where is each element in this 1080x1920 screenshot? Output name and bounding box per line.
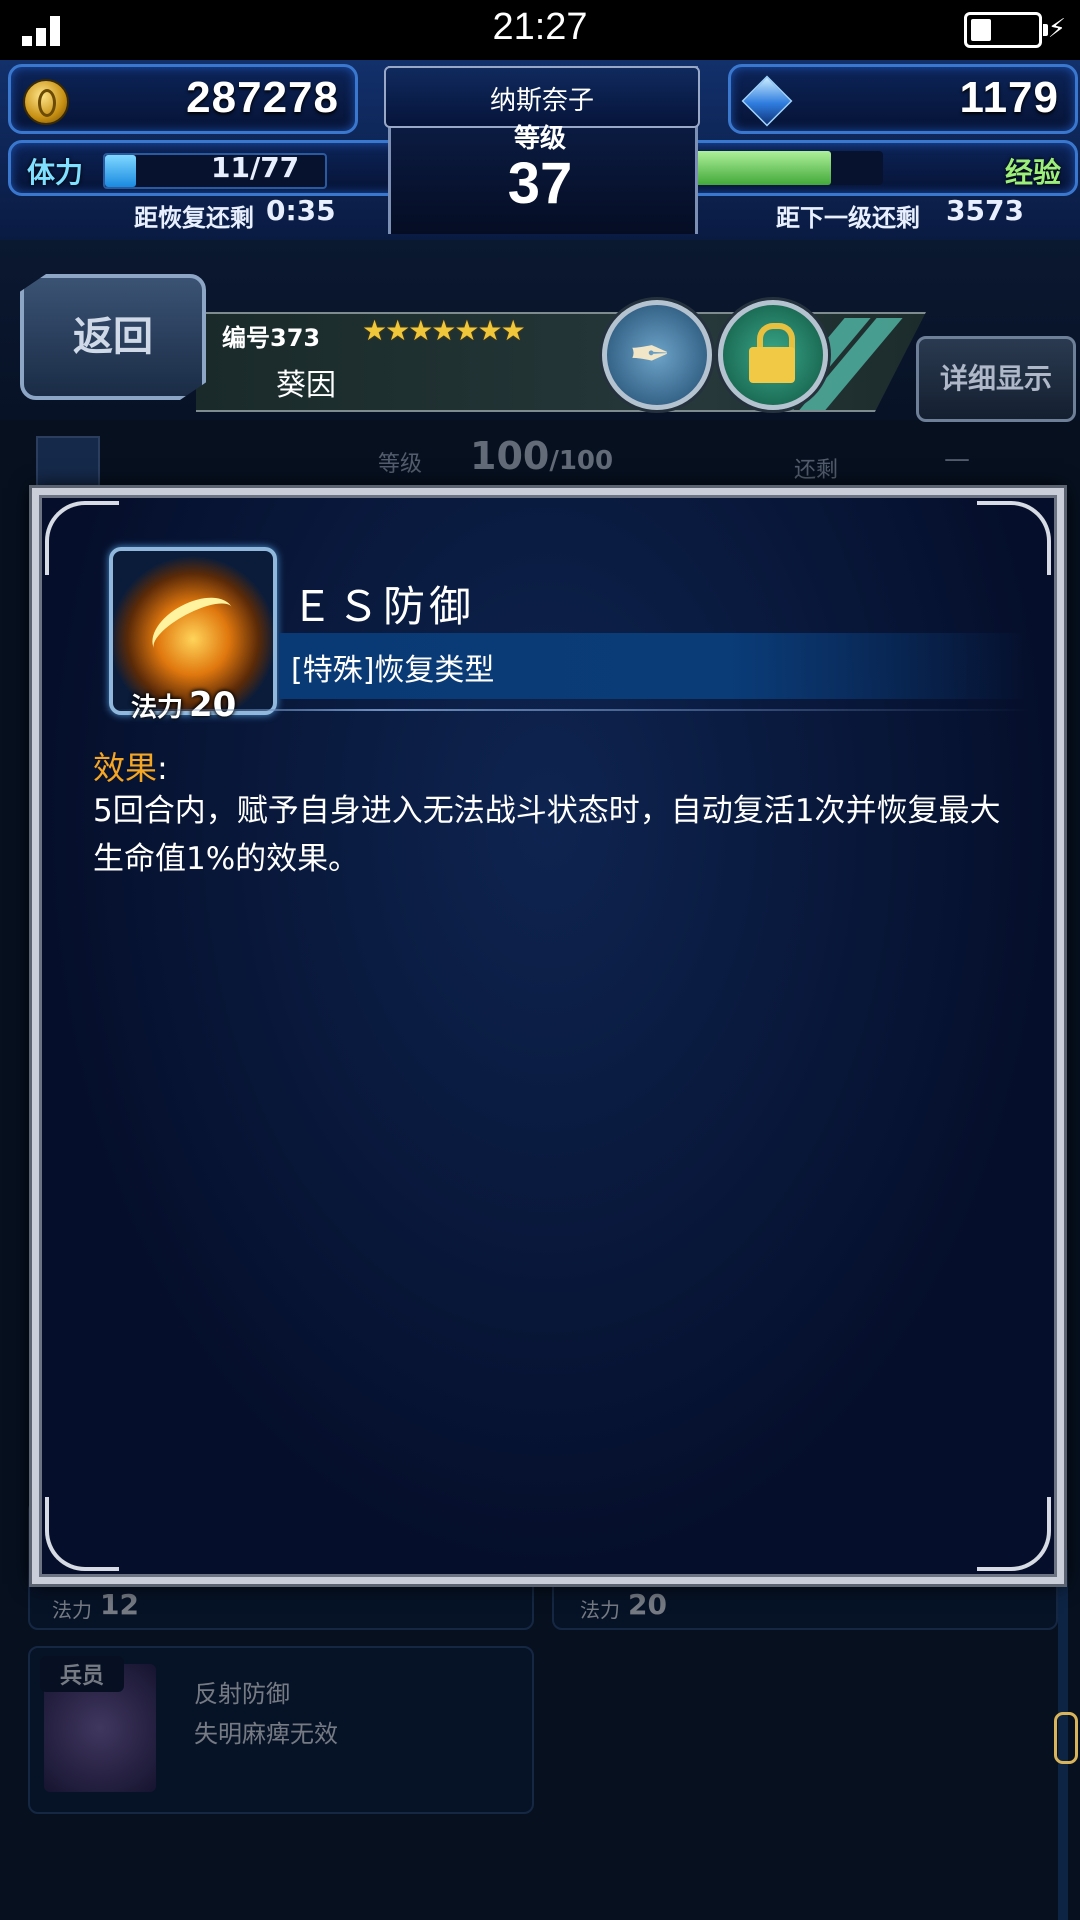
ability-card[interactable]: 兵员 反射防御 失明麻痺无效 <box>28 1646 534 1814</box>
card-cost: 12 <box>100 1588 139 1621</box>
exp-label: 经验 <box>1004 156 1061 189</box>
card-tag: 兵员 <box>40 1656 125 1692</box>
exp-panel: 经验 <box>636 140 1078 196</box>
bg-level-label: 等级 <box>378 452 423 477</box>
clock: 21:27 <box>492 6 588 48</box>
stamina-value: 11/77 <box>211 151 300 184</box>
gil-coin-icon <box>23 79 69 125</box>
card-cost: 20 <box>628 1588 667 1621</box>
lock-button[interactable] <box>718 300 828 410</box>
gil-panel: 287278 <box>8 64 358 134</box>
player-name: 纳斯奈子 <box>489 86 594 116</box>
bg-level-value: 100/100 <box>470 434 614 478</box>
ornament-corner <box>45 1497 119 1571</box>
detail-view-button[interactable]: 详细显示 <box>916 336 1076 422</box>
divider <box>101 709 1031 711</box>
book-icon <box>36 436 100 492</box>
mp-cost-value: 20 <box>189 685 237 725</box>
bg-remain-value: — <box>944 444 970 474</box>
effect-description: 5回合内，赋予自身进入无法战斗状态时，自动复活1次并恢复最大生命值1%的效果。 <box>93 793 1001 877</box>
lapis-gem-icon <box>741 75 793 127</box>
mp-cost: 法力 20 <box>131 685 236 725</box>
ornament-corner <box>977 501 1051 575</box>
gem-amount: 1179 <box>959 73 1059 122</box>
gem-panel: 1179 <box>728 64 1078 134</box>
scrollbar-thumb[interactable] <box>1054 1712 1078 1764</box>
ornament-corner <box>977 1497 1051 1571</box>
charging-icon: ⚡ <box>1047 14 1066 44</box>
card-cost-label: 法力 <box>580 1598 620 1622</box>
player-level: 37 <box>507 151 573 216</box>
stamina-label: 体力 <box>27 156 84 189</box>
recover-label: 距恢复还剩 <box>134 204 254 232</box>
bg-remain-label: 还剩 <box>794 458 839 483</box>
recover-time: 0:35 <box>266 194 336 227</box>
rarity-stars: ★★★★★★★ <box>362 314 526 347</box>
lore-button[interactable]: ✒ <box>602 300 712 410</box>
ability-name: ＥＳ防御 <box>291 582 476 631</box>
gil-amount: 287278 <box>186 73 339 122</box>
unit-number: 编号373 <box>222 324 321 352</box>
ability-detail-modal[interactable]: 法力 20 ＥＳ防御 [特殊]恢复类型 效果: 5回合内，赋予自身进入无法战斗状态… <box>32 488 1064 1584</box>
status-bar: 21:27 ⚡ <box>0 0 1080 60</box>
mp-cost-label: 法力 <box>131 693 184 723</box>
unit-name: 葵因 <box>276 368 336 403</box>
stamina-fill <box>105 155 136 187</box>
battery-icon <box>964 12 1048 48</box>
next-level-value: 3573 <box>946 194 1024 227</box>
effect-label: 效果: <box>93 749 168 787</box>
card-cost-label: 法力 <box>52 1598 92 1622</box>
card-desc: 失明麻痺无效 <box>194 1720 338 1748</box>
card-title: 反射防御 <box>194 1680 290 1708</box>
stamina-panel: 体力 11/77 <box>8 140 446 196</box>
next-level-label: 距下一级还剩 <box>776 204 920 232</box>
ability-type: [特殊]恢复类型 <box>291 653 495 688</box>
lock-icon <box>747 323 797 383</box>
book-quill-icon: ✒ <box>629 325 671 383</box>
back-button[interactable]: 返回 <box>20 274 206 400</box>
ornament-corner <box>45 501 119 575</box>
